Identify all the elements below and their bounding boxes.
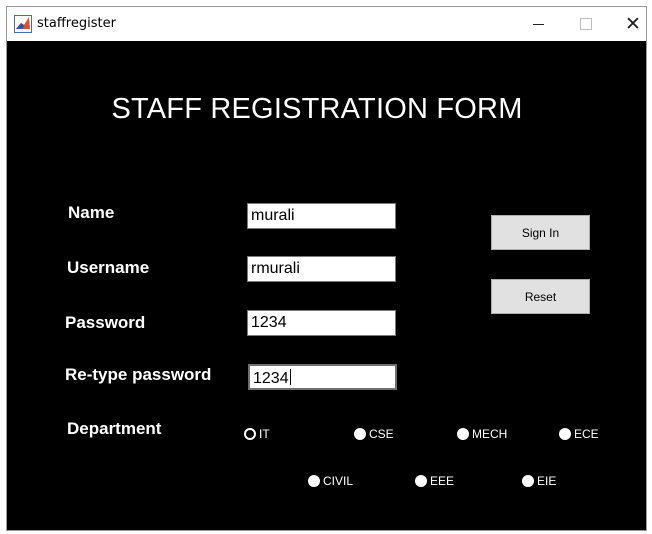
name-value: murali	[251, 207, 295, 224]
radio-button-icon	[244, 428, 256, 440]
radio-button-icon	[457, 428, 469, 440]
radio-label: EEE	[430, 474, 455, 488]
radio-button-icon	[354, 428, 366, 440]
radio-label: CIVIL	[323, 474, 354, 488]
app-window: staffregister ✕ STAFF REGISTRATION FORM …	[6, 6, 647, 531]
radio-button-icon	[559, 428, 571, 440]
password-field[interactable]: 1234	[247, 310, 396, 336]
name-label: Name	[68, 203, 115, 222]
username-value: rmurali	[251, 260, 300, 277]
minimize-icon	[532, 23, 544, 25]
maximize-button[interactable]	[563, 7, 609, 41]
radio-button-icon	[522, 475, 534, 487]
username-field[interactable]: rmurali	[247, 256, 396, 282]
radio-label: ECE	[574, 427, 599, 441]
form-title: STAFF REGISTRATION FORM	[111, 93, 523, 125]
department-radio-it[interactable]: IT	[244, 427, 270, 441]
department-radio-eee[interactable]: EEE	[415, 474, 454, 488]
radio-label: MECH	[472, 427, 508, 441]
reset-button[interactable]: Reset	[491, 279, 590, 314]
department-radio-eie[interactable]: EIE	[522, 474, 556, 488]
title-bar: staffregister ✕	[7, 7, 646, 41]
window-title: staffregister	[37, 16, 116, 31]
department-radio-mech[interactable]: MECH	[457, 427, 507, 441]
department-label: Department	[67, 419, 162, 438]
radio-label: IT	[259, 427, 270, 441]
department-radio-ece[interactable]: ECE	[559, 427, 599, 441]
close-button[interactable]: ✕	[610, 7, 646, 41]
radio-label: EIE	[537, 474, 557, 488]
radio-button-icon	[308, 475, 320, 487]
password-value: 1234	[251, 314, 287, 331]
close-icon: ✕	[625, 12, 641, 35]
retype-password-value: 1234	[253, 370, 289, 387]
text-caret	[289, 369, 291, 385]
password-label: Password	[65, 313, 146, 332]
matlab-icon	[14, 15, 32, 33]
retype-password-label: Re-type password	[65, 365, 212, 384]
radio-label: CSE	[369, 427, 394, 441]
minimize-button[interactable]	[515, 7, 561, 41]
department-radio-civil[interactable]: CIVIL	[308, 474, 353, 488]
radio-button-icon	[415, 475, 427, 487]
sign-in-button[interactable]: Sign In	[491, 215, 590, 250]
retype-password-field[interactable]: 1234	[248, 364, 397, 390]
name-field[interactable]: murali	[247, 203, 396, 229]
department-radio-cse[interactable]: CSE	[354, 427, 394, 441]
maximize-icon	[580, 18, 592, 30]
username-label: Username	[67, 258, 150, 277]
